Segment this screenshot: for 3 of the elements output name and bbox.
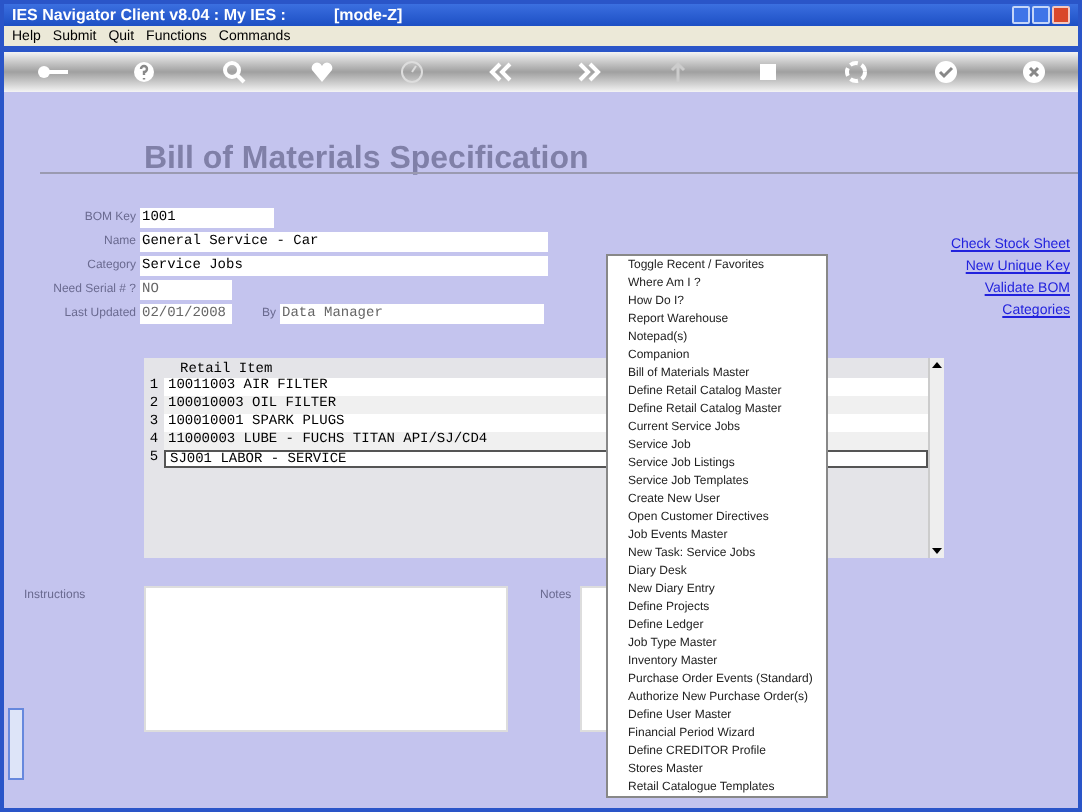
page-title: Bill of Materials Specification: [144, 140, 589, 180]
mode-label: [mode-Z]: [333, 7, 403, 23]
window-title: IES Navigator Client v8.04 : My IES :: [12, 7, 286, 23]
